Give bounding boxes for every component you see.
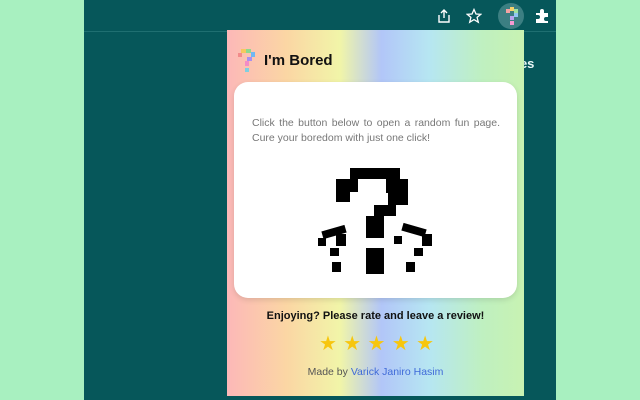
star-icon[interactable]: ★ — [319, 333, 337, 355]
star-icon[interactable]: ★ — [416, 333, 434, 355]
popup-header: I'm Bored — [236, 46, 333, 74]
browser-toolbar — [84, 0, 556, 32]
extension-icon[interactable] — [498, 3, 524, 29]
main-card: Click the button below to open a random … — [234, 82, 517, 298]
rating-stars: ★ ★ ★ ★ ★ — [319, 333, 434, 355]
popup-title: I'm Bored — [264, 51, 333, 69]
credit-line: Made by Varick Janiro Hasim — [227, 366, 524, 378]
pixel-question-marks-icon — [318, 168, 432, 274]
logo-icon — [236, 47, 258, 73]
description-text: Click the button below to open a random … — [252, 117, 500, 144]
puzzle-icon[interactable] — [532, 6, 552, 26]
bookmark-star-icon[interactable] — [464, 6, 484, 26]
random-page-button[interactable] — [318, 168, 434, 278]
extension-popup: I'm Bored Click the button below to open… — [227, 30, 524, 396]
star-icon[interactable]: ★ — [368, 333, 386, 355]
author-link[interactable]: Varick Janiro Hasim — [351, 366, 444, 378]
share-icon[interactable] — [434, 6, 454, 26]
credit-prefix: Made by — [307, 366, 351, 378]
star-icon[interactable]: ★ — [392, 333, 410, 355]
rate-prompt: Enjoying? Please rate and leave a review… — [266, 310, 485, 322]
star-icon[interactable]: ★ — [343, 333, 361, 355]
